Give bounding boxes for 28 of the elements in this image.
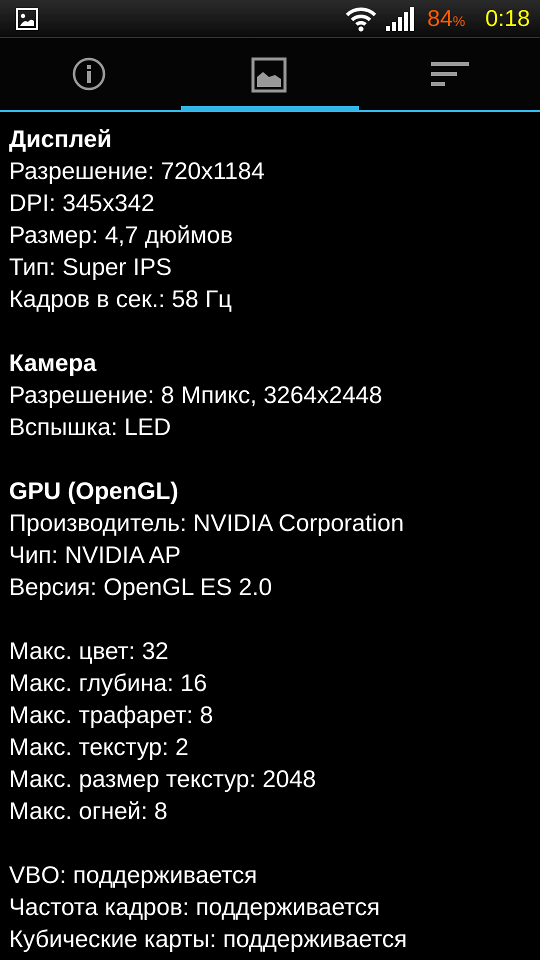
info-line: Макс. размер текстур: 2048 — [9, 765, 317, 795]
info-line: Вспышка: LED — [9, 413, 172, 443]
info-line: Макс. текстур: 2 — [9, 733, 190, 763]
info-line: Производитель: NVIDIA Corporation — [9, 509, 405, 539]
section-title: GPU (OpenGL) — [9, 477, 180, 507]
section-title: Дисплей — [9, 125, 113, 155]
info-line: Макс. трафарет: 8 — [9, 701, 214, 731]
info-line: Разрешение: 720x1184 — [9, 157, 266, 187]
info-line: Кубические карты: поддерживается — [9, 925, 408, 955]
info-line: Кадров в сек.: 58 Гц — [9, 285, 233, 315]
image-icon — [251, 57, 289, 93]
battery-percent: 84% — [427, 5, 466, 32]
info-line: Разрешение: 8 Мпикс, 3264x2448 — [9, 381, 384, 411]
info-line: Макс. огней: 8 — [9, 797, 169, 827]
info-line: Макс. цвет: 32 — [9, 637, 170, 667]
clock: 0:18 — [485, 5, 530, 32]
info-line: DPI: 345x342 — [9, 189, 156, 219]
info-line: Макс. глубина: 16 — [9, 669, 208, 699]
info-line: VBO: поддерживается — [9, 861, 258, 891]
image-icon — [16, 8, 38, 30]
info-line: Чип: NVIDIA AP — [9, 541, 182, 571]
info-line: Размер: 4,7 дюймов — [9, 221, 234, 251]
section-title: Камера — [9, 349, 98, 379]
signal-icon — [385, 6, 416, 30]
info-line: Тип: Super IPS — [9, 253, 173, 283]
info-line: Версия: OpenGL ES 2.0 — [9, 573, 273, 603]
info-line: Частота кадров: поддерживается — [9, 893, 381, 923]
wifi-icon — [345, 6, 378, 32]
